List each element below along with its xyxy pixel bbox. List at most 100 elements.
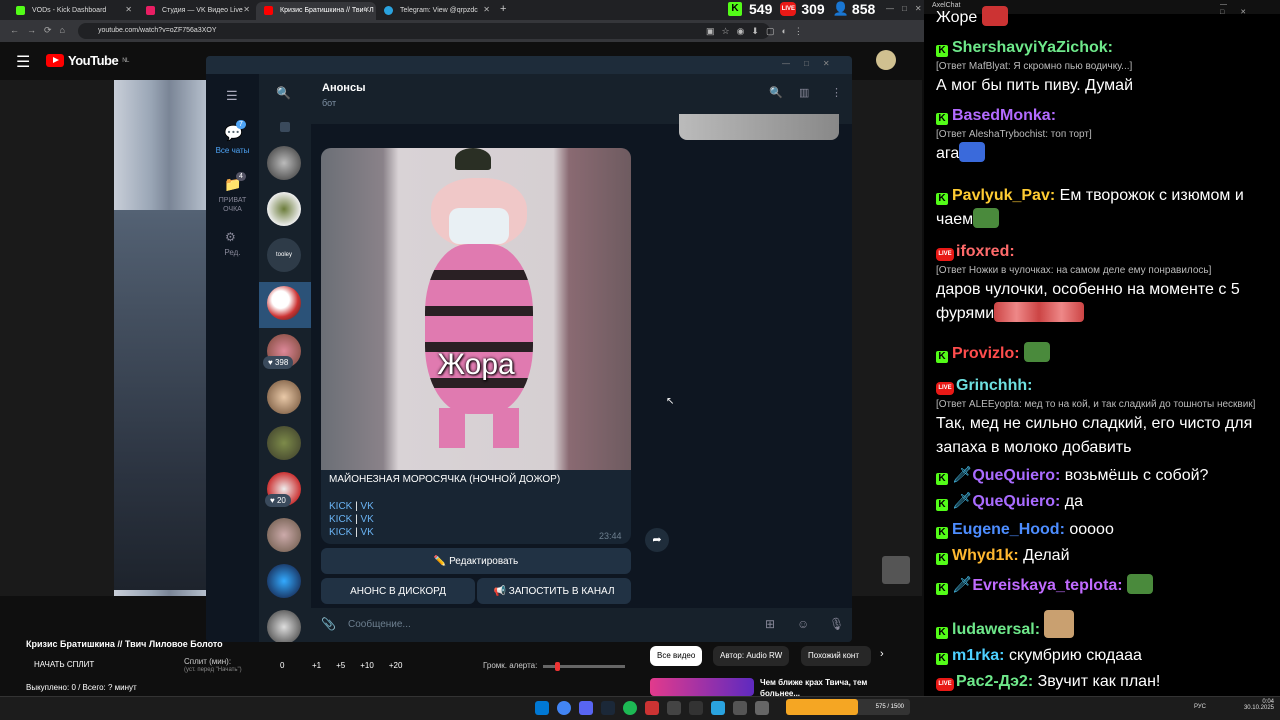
discord-announce-button[interactable]: АНОНС В ДИСКОРД bbox=[321, 578, 475, 604]
sidebar-toggle-icon[interactable]: ▥ bbox=[799, 86, 809, 99]
message-input[interactable]: Сообщение... bbox=[348, 619, 411, 630]
chat-avatar[interactable] bbox=[267, 564, 301, 598]
plus-10-button[interactable]: +10 bbox=[360, 661, 374, 670]
webcam-thumbnail bbox=[882, 556, 910, 584]
start-split-button[interactable]: НАЧАТЬ СПЛИТ bbox=[22, 656, 170, 674]
edit-button[interactable]: ✏️ Редактировать bbox=[321, 548, 631, 574]
close-icon[interactable]: ✕ bbox=[483, 5, 490, 14]
start-icon[interactable] bbox=[535, 701, 549, 715]
tab-kick-dashboard[interactable]: VODs - Kick Dashboard ✕ bbox=[8, 2, 138, 20]
telegram-icon[interactable] bbox=[711, 701, 725, 715]
language-indicator[interactable]: РУС bbox=[1194, 704, 1206, 710]
tab-telegram[interactable]: Telegram: View @qrpzdc ✕ bbox=[376, 2, 496, 20]
close-icon[interactable]: ✕ bbox=[363, 5, 370, 14]
avatar[interactable] bbox=[876, 50, 896, 70]
chat-avatar[interactable] bbox=[267, 286, 301, 320]
youtube-logo[interactable]: YouTube NL bbox=[46, 53, 129, 68]
menu-icon[interactable]: ☰ bbox=[16, 52, 30, 72]
tab-youtube[interactable]: Кризис Братишкина // Твич Л ✕ bbox=[256, 2, 376, 20]
chat-message: K 🗡Evreiskaya_teplota: bbox=[936, 574, 1272, 598]
message-nick: m1rka: bbox=[952, 647, 1005, 664]
chat-avatar[interactable]: tooley bbox=[267, 238, 301, 272]
search-icon[interactable]: 🔍 bbox=[276, 86, 291, 100]
chat-subtitle: бот bbox=[322, 98, 337, 108]
chevron-right-icon[interactable]: › bbox=[880, 648, 884, 660]
chat-avatar[interactable] bbox=[267, 518, 301, 552]
chat-list: 🔍 tooley ♥ 398 ♥ 20 bbox=[259, 74, 311, 642]
close-icon[interactable]: ✕ bbox=[125, 5, 132, 14]
vk-link[interactable]: VK bbox=[361, 527, 374, 538]
microphone-icon[interactable]: 🎙 bbox=[829, 617, 844, 631]
chat-avatar[interactable] bbox=[267, 380, 301, 414]
clock[interactable]: 0:04 30.10.2025 bbox=[1240, 699, 1274, 711]
chat-avatar[interactable] bbox=[267, 610, 301, 642]
obs-icon[interactable] bbox=[667, 701, 681, 715]
address-bar[interactable]: youtube.com/watch?v=oZF756a3XOY bbox=[78, 23, 770, 39]
new-tab-button[interactable]: + bbox=[500, 3, 506, 15]
chrome-icon[interactable] bbox=[557, 701, 571, 715]
previous-image-message[interactable] bbox=[679, 114, 839, 140]
plus-1-button[interactable]: +1 bbox=[312, 661, 321, 670]
folder-all-chats[interactable]: 💬 7 Все чаты bbox=[206, 118, 259, 164]
kick-link[interactable]: KICK bbox=[329, 514, 352, 525]
plus-5-button[interactable]: +5 bbox=[336, 661, 345, 670]
recommended-title[interactable]: Чем ближе крах Твича, тем bbox=[760, 678, 867, 687]
split-value[interactable]: 0 bbox=[280, 661, 284, 670]
archive-icon[interactable] bbox=[280, 122, 290, 132]
chat-message: LIVE Pac2-Дэ2: Звучит как план! bbox=[936, 670, 1272, 694]
chip-all-videos[interactable]: Все видео bbox=[650, 646, 703, 666]
pepe-emote-icon bbox=[959, 142, 986, 162]
chat-message: Kludawersal: bbox=[936, 610, 1272, 642]
chat-message: K Provizlo: bbox=[936, 342, 1272, 366]
tab-vk-studio[interactable]: Студия — VK Видео Live ✕ bbox=[138, 2, 256, 20]
link-row: KICK | VK bbox=[329, 514, 374, 525]
spotify-icon[interactable] bbox=[623, 701, 637, 715]
emoji-icon[interactable]: ☺ bbox=[797, 617, 809, 631]
post-to-channel-button[interactable]: 📢 ЗАПОСТИТЬ В КАНАЛ bbox=[477, 578, 631, 604]
more-icon[interactable]: ⋮ bbox=[831, 86, 842, 99]
close-icon[interactable]: ✕ bbox=[243, 5, 250, 14]
extension-icons[interactable]: ▣☆◉⬇▢◐⋮ bbox=[706, 26, 810, 37]
message-nick: Pavlyuk_Pav: bbox=[952, 187, 1056, 204]
chip-label: Автор: Audio RW bbox=[720, 651, 783, 660]
hamburger-icon[interactable]: ☰ bbox=[226, 88, 238, 104]
folder-label: Все чаты bbox=[215, 146, 250, 155]
chip-author[interactable]: Автор: Audio RW bbox=[713, 646, 790, 666]
chat-avatar[interactable] bbox=[267, 192, 301, 226]
vk-link[interactable]: VK bbox=[361, 514, 374, 525]
search-icon[interactable]: 🔍 bbox=[769, 86, 783, 99]
attach-icon[interactable]: 📎 bbox=[321, 617, 336, 631]
kick-link[interactable]: KICK bbox=[329, 501, 352, 512]
folder-private[interactable]: 📁 4 ПРИВАТ ОЧКА bbox=[206, 170, 259, 220]
chat-avatar[interactable] bbox=[267, 146, 301, 180]
message-time: 23:44 bbox=[599, 531, 622, 541]
sliders-icon: ⚙ bbox=[225, 230, 236, 244]
folder-edit[interactable]: ⚙ Ред. bbox=[206, 228, 259, 268]
recommended-thumbnail[interactable] bbox=[650, 678, 754, 696]
forward-icon[interactable]: ➦ bbox=[645, 528, 669, 552]
app-icon[interactable] bbox=[755, 701, 769, 715]
vk-link[interactable]: VK bbox=[361, 501, 374, 512]
chip-similar[interactable]: Похожий конт bbox=[801, 646, 871, 666]
composer: 📎 Сообщение... ⊞ ☺ 🎙 bbox=[311, 608, 852, 642]
telegram-window-controls[interactable]: —□✕ bbox=[782, 59, 844, 68]
app-icon[interactable] bbox=[733, 701, 747, 715]
message-reply: [Ответ ALEEyopta: мед то на кой, и так с… bbox=[936, 399, 1256, 410]
message-image[interactable]: Жора bbox=[321, 148, 631, 470]
pepe-emote-icon bbox=[1024, 342, 1051, 362]
discord-icon[interactable] bbox=[579, 701, 593, 715]
steam-icon[interactable] bbox=[601, 701, 615, 715]
total-viewers: 858 bbox=[851, 1, 876, 17]
message-reply: [Ответ MafBlyat: Я скромно пью водичку..… bbox=[936, 61, 1133, 72]
kick-link[interactable]: KICK bbox=[329, 527, 352, 538]
slider-handle[interactable] bbox=[555, 662, 560, 671]
mask-shape bbox=[449, 208, 509, 244]
app-icon[interactable] bbox=[645, 701, 659, 715]
chat-avatar[interactable] bbox=[267, 426, 301, 460]
chat-title[interactable]: Анонсы bbox=[322, 82, 365, 94]
bot-commands-icon[interactable]: ⊞ bbox=[765, 617, 775, 631]
nav-buttons[interactable]: ←→⟳⌂ bbox=[10, 25, 73, 36]
plus-20-button[interactable]: +20 bbox=[389, 661, 403, 670]
window-controls[interactable]: —□✕ bbox=[886, 4, 930, 13]
app-icon[interactable] bbox=[689, 701, 703, 715]
